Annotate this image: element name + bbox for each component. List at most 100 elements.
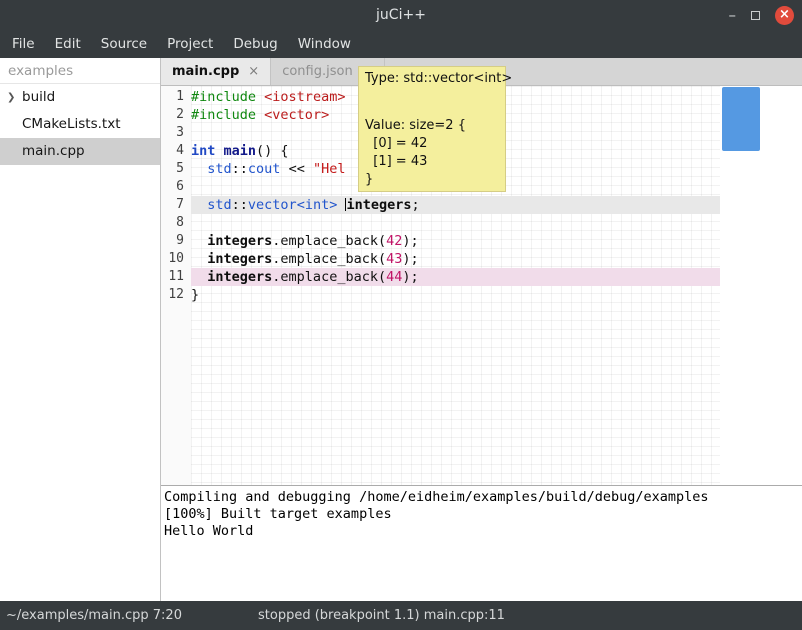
title-bar: juCi++ – × [0,0,802,30]
maximize-button[interactable] [751,11,760,20]
code-token: "Hel [313,161,346,177]
code-token [191,269,207,285]
code-line[interactable]: integers.emplace_back(42); [191,232,720,250]
code-token: integers [346,197,411,213]
close-button[interactable]: × [775,6,794,25]
tooltip-value-line: Value: size=2 { [365,117,499,135]
code-token: integers [207,269,272,285]
minimap[interactable] [720,86,802,485]
menu-item-edit[interactable]: Edit [45,30,91,58]
file-browser-sidebar: examples ❯buildCMakeLists.txtmain.cpp [0,58,161,601]
menu-bar: FileEditSourceProjectDebugWindow [0,30,802,58]
sidebar-item-label: CMakeLists.txt [0,111,160,138]
output-line: [100%] Built target examples [164,506,799,523]
code-token: () { [256,143,289,159]
tooltip-value-line: [0] = 42 [365,135,499,153]
sidebar-item-cmakelists-txt[interactable]: CMakeLists.txt [0,111,160,138]
code-token: } [191,287,199,303]
code-token [191,251,207,267]
line-number[interactable]: 2 [161,106,191,124]
file-tree: ❯buildCMakeLists.txtmain.cpp [0,84,160,165]
code-token: ; [412,197,420,213]
code-token: .emplace_back( [272,233,386,249]
sidebar-item-build[interactable]: ❯build [0,84,160,111]
chevron-right-icon[interactable]: ❯ [7,84,15,111]
output-line: Hello World [164,523,799,540]
line-number[interactable]: 6 [161,178,191,196]
project-folder-header: examples [0,58,160,84]
code-token: cout [248,161,281,177]
tooltip-spacer [365,87,499,117]
code-token: 43 [386,251,402,267]
line-number[interactable]: 8 [161,214,191,232]
line-number[interactable]: 7 [161,196,191,214]
code-token: integers [207,251,272,267]
line-number[interactable]: 9 [161,232,191,250]
line-number[interactable]: 10 [161,250,191,268]
tooltip-type-line: Type: std::vector<int> [365,70,499,87]
tooltip-values: Value: size=2 { [0] = 42 [1] = 43} [365,117,499,189]
code-token: #include [191,107,256,123]
status-bar: ~/examples/main.cpp 7:20 stopped (breakp… [0,601,802,630]
code-token: .emplace_back( [272,269,386,285]
line-number[interactable]: 3 [161,124,191,142]
minimize-button[interactable]: – [729,1,737,29]
line-number[interactable]: 5 [161,160,191,178]
menu-item-debug[interactable]: Debug [223,30,287,58]
menu-item-window[interactable]: Window [288,30,361,58]
menu-item-source[interactable]: Source [91,30,157,58]
code-line[interactable]: } [191,286,720,304]
tab-label: main.cpp [172,64,239,79]
code-token: int [191,143,215,159]
code-token: ); [402,269,418,285]
code-token [191,197,207,213]
sidebar-item-main-cpp[interactable]: main.cpp [0,138,160,165]
code-token: <vector> [264,107,329,123]
menu-item-project[interactable]: Project [157,30,223,58]
code-line[interactable]: std::vector<int> integers; [191,196,720,214]
code-token: ); [402,251,418,267]
sidebar-item-label: main.cpp [0,138,160,165]
code-token: integers [207,233,272,249]
code-token: 42 [386,233,402,249]
tooltip-value-line: } [365,171,499,189]
tab-main-cpp[interactable]: main.cpp × [161,58,271,85]
window-controls: – × [729,0,795,30]
code-line[interactable]: integers.emplace_back(43); [191,250,720,268]
code-token: :: [232,197,248,213]
minimap-viewport[interactable] [722,87,760,151]
code-token [191,161,207,177]
gutter: 123456789101112 [161,86,191,485]
code-token: main [224,143,257,159]
tab-close-icon[interactable]: × [248,64,259,79]
output-panel[interactable]: Compiling and debugging /home/eidheim/ex… [161,485,802,601]
code-token [256,107,264,123]
output-line: Compiling and debugging /home/eidheim/ex… [164,489,799,506]
code-token: <iostream> [264,89,345,105]
app-window: juCi++ – × FileEditSourceProjectDebugWin… [0,0,802,630]
code-token: std [207,161,231,177]
code-token: std [207,197,231,213]
tab-label: config.json [282,64,353,79]
status-file-position: ~/examples/main.cpp 7:20 [6,601,182,630]
code-token [191,233,207,249]
sidebar-item-label: build [0,84,160,111]
code-token [337,197,345,213]
code-token: .emplace_back( [272,251,386,267]
window-title: juCi++ [0,0,802,30]
line-number[interactable]: 1 [161,88,191,106]
line-number[interactable]: 4 [161,142,191,160]
code-token [215,143,223,159]
code-token: vector<int> [248,197,337,213]
debug-tooltip: Type: std::vector<int> Value: size=2 { [… [358,66,506,192]
code-line[interactable] [191,214,720,232]
line-number[interactable]: 11 [161,268,191,286]
line-number[interactable]: 12 [161,286,191,304]
code-token: 44 [386,269,402,285]
menu-item-file[interactable]: File [2,30,45,58]
code-token: << [280,161,313,177]
maximize-icon [751,11,760,20]
code-token: #include [191,89,256,105]
code-line[interactable]: integers.emplace_back(44); [191,268,720,286]
code-token: :: [232,161,248,177]
